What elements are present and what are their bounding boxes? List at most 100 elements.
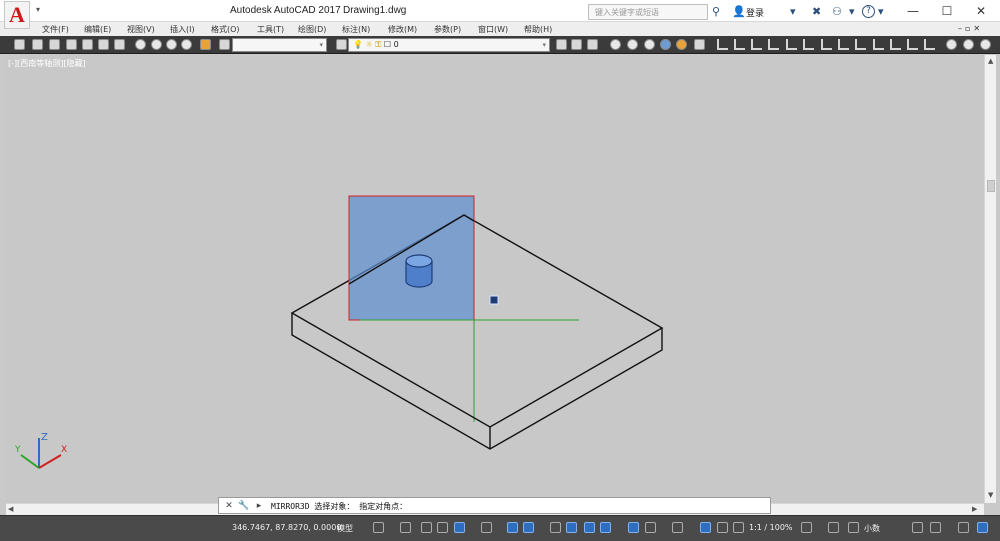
dropdown-arrow-icon[interactable]: ▾ [790,5,796,18]
close-button[interactable]: ✕ [964,0,998,22]
document-window-controls[interactable]: –▫✕ [958,24,983,33]
toolbar-icon-11[interactable] [181,39,192,50]
exchange-icon[interactable]: ✖ [812,5,821,18]
dimension-icon-11[interactable] [890,39,901,50]
command-line[interactable]: ✕ 🔧 ▸ MIRROR3D 选择对象： 指定对角点： [218,497,771,514]
quick-properties-icon[interactable] [912,522,923,533]
toolbar-icon-4[interactable] [66,39,77,50]
menu-help[interactable]: 帮助(H) [524,24,552,35]
menu-tools[interactable]: 工具(T) [257,24,284,35]
menu-view[interactable]: 视图(V) [127,24,155,35]
dimension-icon-13[interactable] [924,39,935,50]
toolbar-icon-6[interactable] [98,39,109,50]
menu-insert[interactable]: 插入(I) [170,24,195,35]
slab-top-face[interactable] [290,214,664,428]
dropdown-arrow-icon-3[interactable]: ▾ [878,5,884,18]
scroll-up-icon[interactable]: ▲ [988,57,993,65]
units-value[interactable]: 小数 [864,523,880,534]
object-snap-icon[interactable] [523,522,534,533]
drawing-viewport[interactable]: [-][西南等轴测][隐藏] Z Y X [6,55,984,503]
infer-constraints-icon[interactable] [421,522,432,533]
menu-dimension[interactable]: 标注(N) [342,24,370,35]
toolbar-icon-20[interactable] [660,39,671,50]
hardware-acceleration-icon[interactable] [958,522,969,533]
a360-icon[interactable]: ⚇ [832,5,842,18]
toolbar-icon-3[interactable] [49,39,60,50]
polar-tracking-icon[interactable] [454,522,465,533]
model-tab[interactable]: 模型 [337,523,353,534]
annotation-scale-value[interactable]: 1:1 / 100% [749,523,793,532]
toolbar-icon-8[interactable] [135,39,146,50]
layer-combo[interactable]: 💡 ☼ ⚿ ☐ 0 ▾ [348,38,550,52]
quick-access-dropdown-icon[interactable]: ▾ [36,5,46,17]
gear-icon[interactable] [801,522,812,533]
dimension-icon-1[interactable] [717,39,728,50]
toolbar-icon-15[interactable] [571,39,582,50]
command-prompt-icon[interactable]: ▸ [253,500,265,512]
coordinate-readout[interactable]: 346.7467, 87.8270, 0.0000 [232,523,341,532]
toolbar-icon-24[interactable] [963,39,974,50]
toolbar-icon-10[interactable] [166,39,177,50]
object-snap-tracking-icon[interactable] [507,522,518,533]
scroll-down-icon[interactable]: ▼ [988,491,993,499]
dimension-icon-4[interactable] [768,39,779,50]
lineweight-icon[interactable] [550,522,561,533]
toolbar-icon-25[interactable] [980,39,991,50]
cylinder-object[interactable] [405,254,433,288]
drawing-canvas[interactable]: Z Y X [6,55,984,503]
close-icon[interactable]: ✕ [223,500,235,512]
menu-edit[interactable]: 编辑(E) [84,24,111,35]
plus-icon[interactable] [828,522,839,533]
minimize-button[interactable]: — [896,0,930,22]
toolbar-icon-5[interactable] [82,39,93,50]
toolbar-icon-1[interactable] [14,39,25,50]
transparency-icon[interactable] [566,522,577,533]
ortho-icon[interactable] [437,522,448,533]
annotation-scale-icon[interactable] [733,522,744,533]
dimension-icon-5[interactable] [786,39,797,50]
search-input[interactable] [589,5,707,19]
menu-format[interactable]: 格式(O) [211,24,240,35]
toolbar-icon-13[interactable] [219,39,230,50]
binoculars-icon[interactable]: ⚲ [712,5,720,18]
toolbar-icon-22[interactable] [694,39,705,50]
menu-draw[interactable]: 绘图(D) [298,24,326,35]
menu-file[interactable]: 文件(F) [42,24,69,35]
toolbar-icon-2[interactable] [32,39,43,50]
dimension-icon-2[interactable] [734,39,745,50]
scroll-left-icon[interactable]: ◀ [8,505,13,513]
units-icon[interactable] [848,522,859,533]
user-icon[interactable]: 👤 [732,5,746,18]
gizmo-icon[interactable] [672,522,683,533]
vertical-scrollbar[interactable]: ▲ ▼ [984,55,996,503]
dropdown-arrow-icon-2[interactable]: ▾ [849,5,855,18]
dimension-icon-6[interactable] [803,39,814,50]
help-icon[interactable]: ? [862,5,875,18]
toolbar-icon-21[interactable] [676,39,687,50]
toolbar-icon-19[interactable] [644,39,655,50]
toolbar-icon-16[interactable] [587,39,598,50]
layer-manager-icon[interactable] [336,39,347,50]
toolbar-icon-17[interactable] [610,39,621,50]
selection-filter-icon[interactable] [645,522,656,533]
workspace-combo[interactable]: ▾ [232,38,327,52]
dimension-icon-8[interactable] [838,39,849,50]
clean-screen-icon[interactable] [930,522,941,533]
dimension-icon-10[interactable] [873,39,884,50]
customization-icon[interactable] [977,522,988,533]
login-button[interactable]: 登录 [746,6,764,19]
3d-osnap-icon[interactable] [600,522,611,533]
toolbar-icon-23[interactable] [946,39,957,50]
snap-icon[interactable] [400,522,411,533]
dimension-icon-12[interactable] [907,39,918,50]
dimension-icon-9[interactable] [855,39,866,50]
dimension-icon-7[interactable] [821,39,832,50]
toolbar-icon-18[interactable] [627,39,638,50]
toolbar-icon-14[interactable] [556,39,567,50]
search-box[interactable] [588,4,708,20]
menu-modify[interactable]: 修改(M) [388,24,417,35]
maximize-button[interactable]: ☐ [930,0,964,22]
dynamic-ucs-icon[interactable] [628,522,639,533]
menu-parametric[interactable]: 参数(P) [434,24,461,35]
toolbar-icon-12[interactable] [200,39,211,50]
